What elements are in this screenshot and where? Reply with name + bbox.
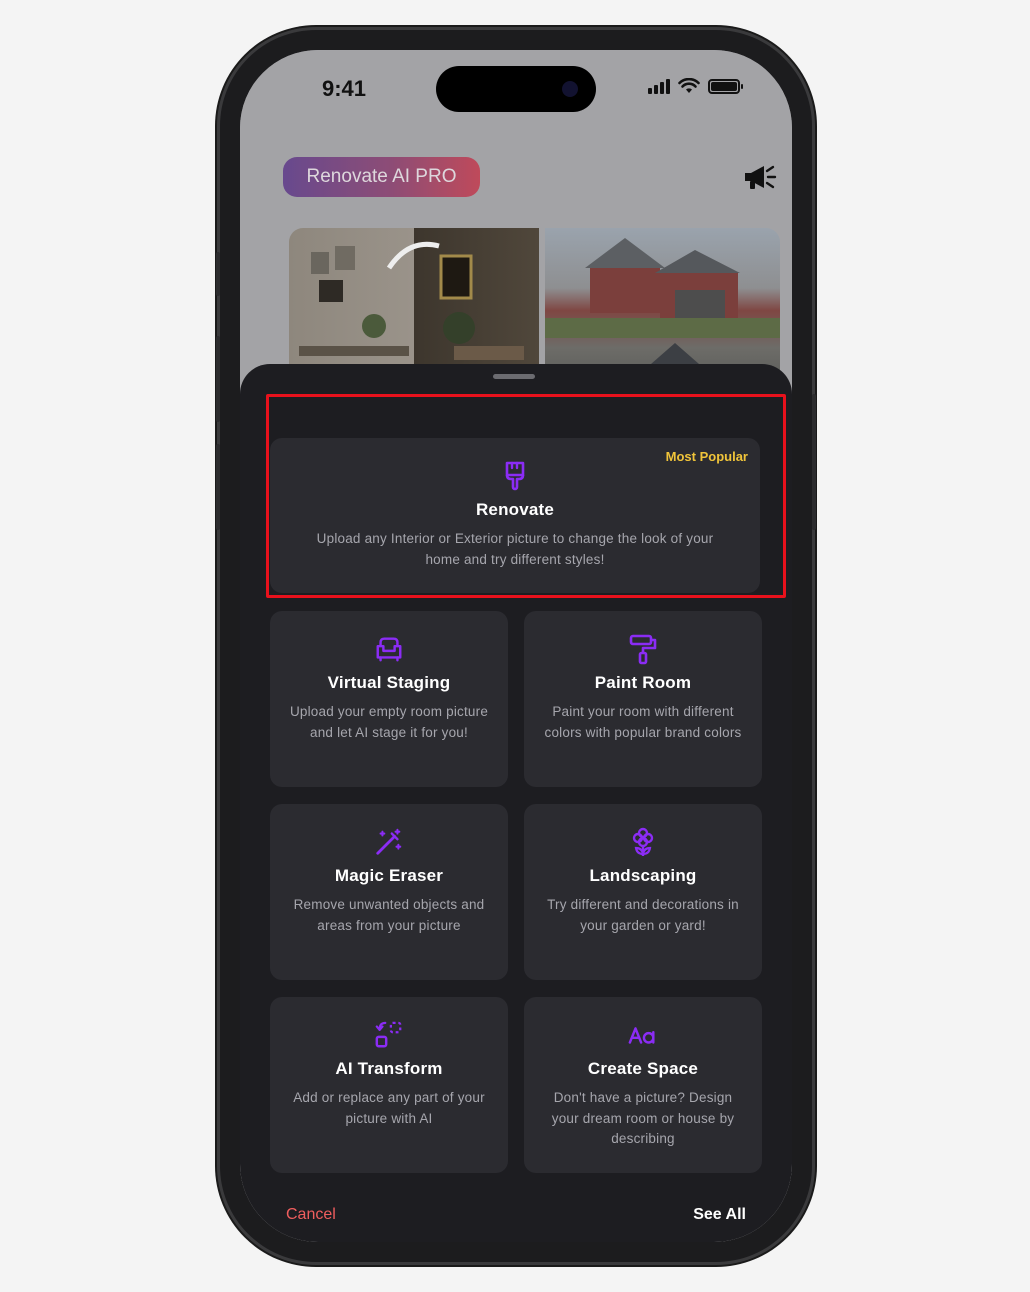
paint-roller-icon — [629, 634, 657, 665]
card-description: Upload your empty room picture and let A… — [289, 704, 489, 740]
card-description: Remove unwanted objects and areas from y… — [293, 897, 485, 933]
sofa-icon — [376, 637, 402, 662]
card-title: Magic Eraser — [334, 866, 444, 885]
card-title: Landscaping — [589, 866, 697, 885]
interior-before-after-image — [289, 228, 539, 378]
magic-wand-icon — [376, 828, 402, 855]
exterior-before-after-image — [545, 228, 780, 378]
renovate-card[interactable]: Most Popular Renovate Upload any Interio… — [270, 438, 760, 593]
see-all-button[interactable]: See All — [693, 1206, 746, 1224]
most-popular-badge: Most Popular — [665, 449, 748, 464]
status-bar: 9:41 — [240, 50, 792, 120]
volume-up-button — [216, 336, 220, 422]
card-description: Paint your room with different colors wi… — [544, 704, 742, 740]
phone-frame: 9:41 Renovate AI PRO Most Popular Renova… — [216, 30, 816, 1262]
transform-icon — [375, 1021, 402, 1048]
feature-bottom-sheet: Most Popular Renovate Upload any Interio… — [240, 364, 792, 1242]
card-description: Upload any Interior or Exterior picture … — [316, 531, 714, 567]
battery-icon — [708, 78, 743, 94]
flower-icon — [632, 827, 654, 856]
card-description: Don't have a picture? Design your dream … — [551, 1090, 735, 1146]
volume-down-button — [216, 444, 220, 530]
screen: 9:41 Renovate AI PRO Most Popular Renova… — [240, 50, 792, 1242]
ai-transform-card[interactable]: AI Transform Add or replace any part of … — [270, 997, 508, 1173]
magic-eraser-card[interactable]: Magic Eraser Remove unwanted objects and… — [270, 804, 508, 980]
virtual-staging-card[interactable]: Virtual Staging Upload your empty room p… — [270, 611, 508, 787]
card-title: Virtual Staging — [327, 673, 451, 692]
paint-room-card[interactable]: Paint Room Paint your room with differen… — [524, 611, 762, 787]
power-button — [812, 394, 816, 530]
status-icons — [648, 78, 743, 94]
card-description: Add or replace any part of your picture … — [293, 1090, 485, 1126]
sheet-grabber[interactable] — [493, 374, 535, 379]
card-title: Paint Room — [594, 673, 692, 692]
megaphone-icon[interactable] — [742, 162, 780, 192]
action-button — [216, 252, 220, 296]
cellular-signal-icon — [648, 78, 670, 94]
cancel-button[interactable]: Cancel — [286, 1206, 336, 1224]
paintbrush-icon — [505, 461, 525, 491]
card-description: Try different and decorations in your ga… — [547, 897, 739, 933]
card-title: Create Space — [587, 1059, 699, 1078]
status-time: 9:41 — [322, 76, 367, 101]
dynamic-island — [436, 66, 596, 112]
create-space-card[interactable]: Create Space Don't have a picture? Desig… — [524, 997, 762, 1173]
landscaping-card[interactable]: Landscaping Try different and decoration… — [524, 804, 762, 980]
card-title: AI Transform — [335, 1059, 443, 1078]
pro-upgrade-button[interactable]: Renovate AI PRO — [283, 157, 480, 197]
text-aa-icon — [628, 1027, 655, 1044]
card-title: Renovate — [475, 500, 555, 519]
wifi-icon — [678, 78, 700, 93]
